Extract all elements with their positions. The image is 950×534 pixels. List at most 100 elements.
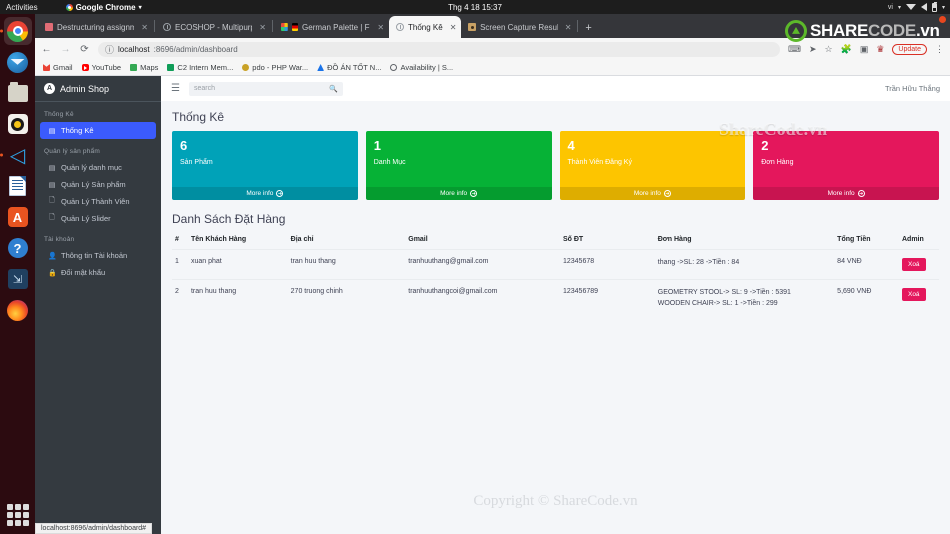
close-icon[interactable]: ✕ — [256, 23, 266, 32]
search-input[interactable]: search 🔍 — [188, 81, 343, 96]
drive-icon — [317, 64, 325, 71]
admin-sidebar: A Admin Shop Thống Kê ▤ Thống Kê Quản lý… — [35, 76, 161, 534]
chrome-menu-icon[interactable]: ⋮ — [935, 44, 944, 55]
bookmark-youtube[interactable]: YouTube — [81, 63, 121, 72]
admin-logo-icon: A — [44, 83, 55, 94]
chevron-down-icon: ▾ — [897, 4, 901, 11]
table-row: 1 xuan phat tran huu thang tranhuuthang@… — [172, 249, 939, 280]
sidebar-item-danh-muc[interactable]: ▤ Quản lý danh mục — [35, 159, 161, 176]
tab-ecoshop[interactable]: ECOSHOP - Multipurpose ✕ — [156, 16, 271, 38]
dock-item-files[interactable] — [4, 79, 32, 107]
search-icon[interactable]: 🔍 — [329, 85, 338, 93]
dock-item-ubuntu-software[interactable]: A — [4, 203, 32, 231]
more-info-button[interactable]: More info ➜ — [753, 187, 939, 200]
lock-icon: 🔒 — [48, 269, 57, 277]
close-icon[interactable]: ✕ — [138, 23, 148, 32]
volume-icon — [920, 3, 927, 11]
system-status-area[interactable]: vi ▾ ▾ — [888, 1, 945, 12]
dashboard-page: Thống Kê 6 Sản Phẩm More info ➜ 1 Danh M… — [161, 101, 950, 534]
activities-button[interactable]: Activities — [6, 3, 38, 12]
cell-phone: 123456789 — [559, 279, 655, 317]
bookmark-availability[interactable]: Availability | S... — [390, 63, 453, 72]
dock-item-tool[interactable]: ⇲ — [4, 265, 32, 293]
dock-item-rhythmbox[interactable] — [4, 110, 32, 138]
bookmark-label: Availability | S... — [400, 63, 454, 72]
bookmark-maps[interactable]: Maps — [130, 63, 158, 72]
back-button[interactable]: ← — [41, 44, 52, 55]
more-info-button[interactable]: More info ➜ — [172, 187, 358, 200]
tab-german-palette[interactable]: German Palette | Flat U ✕ — [274, 16, 389, 38]
watermark-footer: Copyright © ShareCode.vn — [473, 493, 638, 509]
install-app-icon[interactable]: ⌨ — [788, 44, 801, 55]
bookmark-do-an[interactable]: ĐỒ ÁN TỐT N... — [317, 63, 381, 72]
sidebar-item-doi-mat-khau[interactable]: 🔒 Đổi mật khẩu — [35, 264, 161, 281]
sidebar-item-label: Quản lý danh mục — [61, 163, 122, 172]
sidebar-brand[interactable]: A Admin Shop — [35, 76, 161, 102]
hamburger-icon[interactable]: ☰ — [171, 83, 180, 94]
sidebar-item-label: Quản Lý Sản phẩm — [61, 180, 126, 189]
extensions-icon[interactable]: 🧩 — [841, 44, 852, 55]
tab-separator — [577, 20, 579, 32]
folder-icon — [7, 81, 28, 102]
close-icon[interactable]: ✕ — [447, 23, 457, 32]
bookmark-pdo-php[interactable]: pdo - PHP War... — [242, 63, 308, 72]
user-name-label[interactable]: Trần Hữu Thắng — [885, 84, 940, 93]
page-viewport: A Admin Shop Thống Kê ▤ Thống Kê Quản lý… — [35, 76, 950, 534]
cell-admin: Xoá — [898, 279, 939, 317]
delete-button[interactable]: Xoá — [901, 288, 926, 301]
share-icon[interactable]: ➤ — [809, 44, 817, 55]
cell-phone: 12345678 — [559, 249, 655, 280]
forward-button[interactable]: → — [60, 44, 71, 55]
close-icon[interactable]: ✕ — [562, 23, 572, 32]
bookmarks-bar: Gmail YouTube Maps C2 Intern Mem... pdo … — [35, 60, 950, 76]
tab-destructuring[interactable]: Destructuring assignmen ✕ — [38, 16, 153, 38]
dock-item-help[interactable]: ? — [4, 234, 32, 262]
green-doc-icon — [167, 64, 175, 71]
sidebar-item-thanh-vien[interactable]: 🗋 Quản Lý Thành Viên — [35, 193, 161, 210]
sidebar-brand-label: Admin Shop — [60, 83, 110, 94]
order-line: WOODEN CHAIR-> SL: 1 ->Tiền : 299 — [657, 299, 778, 307]
clock[interactable]: Thg 4 18 15:37 — [448, 3, 502, 12]
chart-icon: ▤ — [48, 164, 56, 172]
dock-item-visual-studio-code[interactable]: ◁ — [4, 141, 32, 169]
side-panel-icon[interactable]: ▣ — [860, 44, 869, 55]
dock-item-thunderbird[interactable] — [4, 48, 32, 76]
bookmark-gmail[interactable]: Gmail — [43, 63, 73, 72]
palette-icon — [281, 23, 288, 31]
address-bar[interactable]: ⓘ localhost:8696/admin/dashboard — [98, 41, 780, 57]
sidebar-item-slider[interactable]: 🗋 Quản Lý Slider — [35, 210, 161, 227]
table-title: Danh Sách Đặt Hàng — [172, 212, 286, 226]
youtube-icon — [81, 64, 89, 71]
sidebar-item-san-pham[interactable]: ▤ Quản Lý Sản phẩm — [35, 176, 161, 193]
close-icon[interactable]: ✕ — [374, 23, 384, 32]
new-tab-button[interactable]: + — [585, 22, 591, 34]
more-info-label: More info — [633, 190, 661, 197]
reload-button[interactable]: ⟳ — [79, 44, 90, 55]
sidebar-item-label: Thông tin Tài khoản — [61, 251, 128, 260]
site-info-icon[interactable]: ⓘ — [105, 43, 114, 56]
more-info-button[interactable]: More info ➜ — [559, 187, 746, 200]
dock-item-google-chrome[interactable] — [3, 17, 32, 45]
app-menu-button[interactable]: Google Chrome ▾ — [65, 3, 142, 12]
profile-avatar-icon[interactable]: ♛ — [876, 44, 884, 55]
dock-item-firefox[interactable] — [4, 296, 32, 324]
tab-title: German Palette | Flat U — [302, 22, 370, 32]
tab-thong-ke[interactable]: Thống Kê ✕ — [389, 16, 462, 38]
admin-topbar: ☰ search 🔍 Trần Hữu Thắng — [161, 76, 950, 101]
camera-icon — [468, 23, 477, 31]
user-icon: 👤 — [48, 252, 57, 260]
update-button[interactable]: Update — [892, 43, 927, 55]
tab-screen-capture-result[interactable]: Screen Capture Result ✕ — [461, 16, 576, 38]
sidebar-item-thong-ke[interactable]: ▤ Thống Kê — [40, 122, 156, 139]
url-host: localhost — [118, 44, 150, 54]
bookmark-star-icon[interactable]: ☆ — [825, 44, 833, 55]
stat-card-don-hang: 2 Đơn Hàng More info ➜ — [753, 131, 939, 200]
delete-button[interactable]: Xoá — [901, 258, 926, 271]
bookmark-c2-intern[interactable]: C2 Intern Mem... — [167, 63, 233, 72]
dock-item-libreoffice-writer[interactable] — [4, 172, 32, 200]
keyboard-layout-label[interactable]: vi — [888, 4, 893, 11]
sidebar-item-thong-tin-tai-khoan[interactable]: 👤 Thông tin Tài khoản — [35, 247, 161, 264]
more-info-button[interactable]: More info ➜ — [365, 187, 552, 200]
show-applications-button[interactable] — [6, 504, 29, 526]
chart-icon: ▤ — [48, 181, 56, 189]
